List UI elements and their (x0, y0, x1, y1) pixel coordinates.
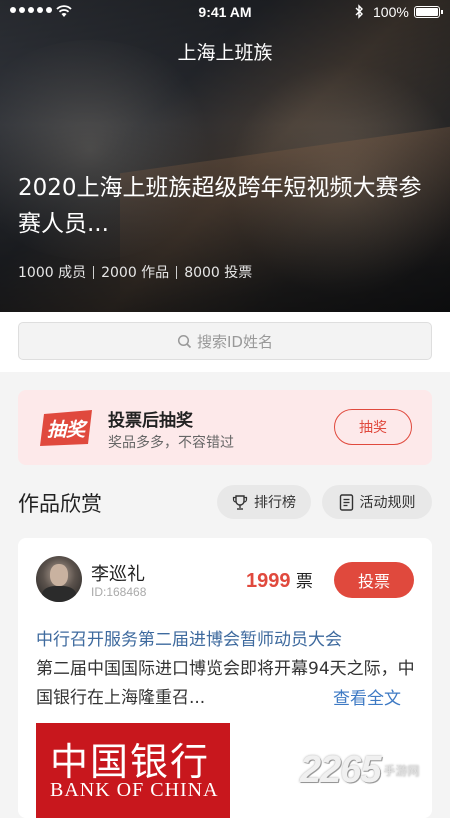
status-bar: 9:41 AM 100% (0, 0, 450, 26)
lottery-title: 投票后抽奖 (108, 411, 193, 431)
document-icon (339, 493, 354, 511)
page-title: 上海上班族 (177, 42, 273, 64)
contest-stats: 1000 成员 2000 作品 8000 投票 (18, 262, 252, 282)
read-more-link[interactable]: 查看全文 (333, 684, 401, 709)
entry-image[interactable]: 中国银行 BANK OF CHINA (36, 723, 230, 818)
entry-post-title[interactable]: 中行召开服务第二届进博会暂师动员大会 (36, 625, 416, 650)
watermark-logo: 2265 手游网 (300, 748, 420, 791)
rules-label: 活动规则 (359, 495, 416, 511)
bluetooth-icon (354, 4, 364, 23)
ranking-label: 排行榜 (254, 495, 296, 511)
vote-button[interactable]: 投票 (334, 562, 414, 598)
stat-works: 2000 作品 (101, 265, 170, 281)
lottery-subtitle: 奖品多多，不容错过 (108, 435, 234, 451)
battery-percent: 100% (373, 4, 409, 20)
lottery-button[interactable]: 抽奖 (334, 409, 412, 445)
section-title: 作品欣赏 (18, 492, 102, 516)
search-bar-container: 搜索ID姓名 (0, 312, 450, 372)
svg-text:抽奖: 抽奖 (47, 419, 88, 441)
stat-members: 1000 成员 (18, 265, 87, 281)
stat-votes: 8000 投票 (184, 265, 253, 281)
search-placeholder: 搜索ID姓名 (197, 332, 273, 351)
lottery-badge-icon: 抽奖 (38, 408, 94, 448)
vote-count-number: 1999 (246, 570, 291, 592)
vote-count-unit: 票 (295, 572, 313, 592)
search-input[interactable]: 搜索ID姓名 (18, 322, 432, 360)
rules-button[interactable]: 活动规则 (322, 485, 432, 519)
entry-author-id: ID:168468 (91, 585, 147, 599)
battery-icon (414, 6, 443, 18)
vote-count: 1999 票 (246, 567, 313, 593)
contest-title: 2020上海上班族超级跨年短视频大赛参赛人员... (18, 175, 422, 237)
lottery-promo: 抽奖 投票后抽奖 奖品多多，不容错过 抽奖 (18, 390, 432, 465)
search-icon (177, 334, 192, 349)
trophy-icon (232, 494, 248, 511)
entry-author-name: 李巡礼 (91, 564, 145, 585)
ranking-button[interactable]: 排行榜 (217, 485, 311, 519)
avatar[interactable] (36, 556, 82, 602)
